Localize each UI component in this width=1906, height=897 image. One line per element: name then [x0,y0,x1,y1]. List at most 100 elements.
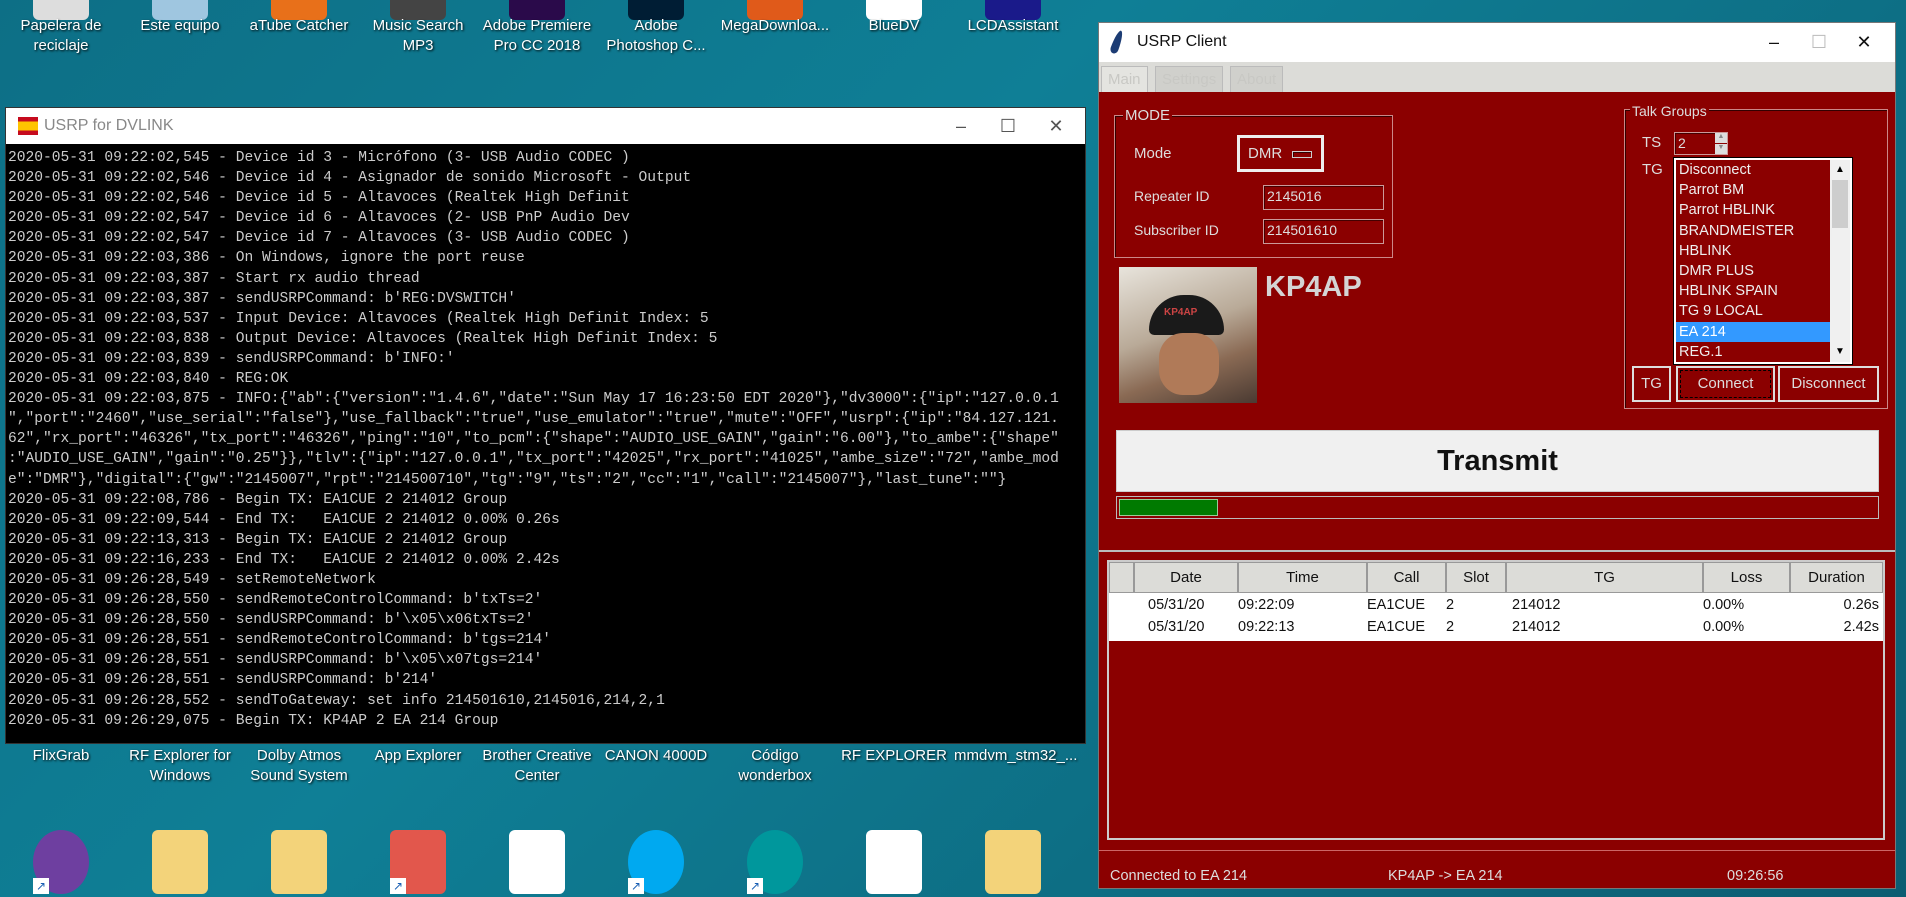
tab-bar: Main Settings About [1099,62,1895,92]
desktop-icon-label[interactable]: App Explorer [359,746,477,766]
desktop-icon-label[interactable]: RF Explorer for Windows [121,746,239,786]
desktop-icon-label[interactable]: aTube Catcher [240,16,358,36]
column-header[interactable]: Duration [1790,562,1883,593]
talk-group-item[interactable]: Parrot BM [1676,180,1830,200]
desktop-icon-label[interactable]: BlueDV [835,16,953,36]
pdf-icon[interactable] [509,830,565,894]
maximize-button[interactable]: ☐ [988,112,1028,140]
tab-main[interactable]: Main [1101,66,1148,92]
spin-down-icon[interactable]: ▼ [1715,144,1727,154]
log-line: e":"DMR"},"digital":{"gw":"2145007","rpt… [8,471,1007,488]
close-button[interactable]: ✕ [1036,112,1076,140]
transmit-button[interactable]: Transmit [1116,430,1879,492]
usrp-client-window: USRP Client – ☐ ✕ Main Settings About MO… [1098,22,1896,889]
column-header[interactable]: Time [1238,562,1367,593]
desktop-icon-label[interactable]: LCDAssistant [954,16,1072,36]
repeater-id-input[interactable]: 2145016 [1263,185,1384,210]
desktop-icon-label[interactable]: CANON 4000D [597,746,715,766]
close-button[interactable]: ✕ [1844,28,1884,56]
spin-up-icon[interactable]: ▲ [1715,133,1727,143]
github-desktop-icon[interactable]: ↗ [33,830,89,894]
app-icon[interactable]: ↗ [390,830,446,894]
mode-select[interactable]: DMR [1237,135,1324,172]
desktop-icon-label[interactable]: Papelera de reciclaje [2,16,120,56]
talk-group-item[interactable]: TG 9 LOCAL [1676,301,1830,321]
scroll-up-icon[interactable]: ▲ [1830,160,1850,180]
desktop-icon-label[interactable]: Este equipo [121,16,239,36]
desktop-icon-label[interactable]: Dolby Atmos Sound System [240,746,358,786]
listbox-scrollbar[interactable]: ▲ ▼ [1830,160,1850,362]
shortcut-arrow-icon: ↗ [628,878,644,894]
talk-group-item[interactable]: Disconnect [1676,160,1830,180]
dstar-icon[interactable] [866,830,922,894]
repeater-id-label: Repeater ID [1134,188,1210,204]
column-header[interactable] [1109,562,1134,593]
mode-value: DMR [1248,145,1283,162]
desktop-icon-label[interactable]: Adobe Premiere Pro CC 2018 [478,16,596,56]
talk-group-item[interactable]: HBLINK [1676,241,1830,261]
desktop-icon-label[interactable]: Código wonderbox [716,746,834,786]
column-header[interactable]: TG [1506,562,1703,593]
minimize-button[interactable]: – [1754,28,1794,56]
desktop-icon-label[interactable]: Adobe Photoshop C... [597,16,715,56]
column-header[interactable]: Call [1367,562,1446,593]
arduino-icon[interactable]: ↗ [747,830,803,894]
status-divider [1099,850,1895,851]
column-header[interactable]: Slot [1446,562,1506,593]
subscriber-id-input[interactable]: 214501610 [1263,219,1384,244]
table-cell: 0.00% [1703,619,1745,635]
column-header[interactable]: Date [1134,562,1238,593]
folder-icon[interactable] [271,830,327,894]
table-cell: 09:22:09 [1238,597,1295,613]
folder-icon[interactable] [152,830,208,894]
callsign-photo: KP4AP [1119,267,1257,403]
talk-group-item[interactable]: EA 214 [1676,321,1830,342]
log-line: 2020-05-31 09:22:02,547 - Device id 6 - … [8,210,630,227]
talk-group-listbox[interactable]: Disconnect Parrot BM Parrot HBLINK BRANDMEI… [1673,157,1853,365]
scroll-thumb[interactable] [1832,180,1848,228]
desktop-icon-label[interactable]: FlixGrab [2,746,120,766]
desktop-icon-label[interactable]: Brother Creative Center [478,746,596,786]
tg-button[interactable]: TG [1632,366,1671,402]
table-row[interactable]: 05/31/20 09:22:09 EA1CUE 2 214012 0.00% 0.26s [1109,597,1883,619]
client-title: USRP Client [1137,33,1227,50]
log-line: 2020-05-31 09:22:08,786 - Begin TX: EA1C… [8,491,508,508]
tab-about[interactable]: About [1230,66,1284,92]
ts-value: 2 [1678,135,1686,151]
talk-group-item[interactable]: DMR PLUS [1676,261,1830,281]
log-line: 2020-05-31 09:22:03,839 - sendUSRPComman… [8,350,455,367]
console-title-bar[interactable]: USRP for DVLINK – ☐ ✕ [6,108,1085,144]
tab-settings[interactable]: Settings [1155,66,1224,92]
folder-icon[interactable] [985,830,1041,894]
status-bar: Connected to EA 214 KP4AP -> EA 214 09:2… [1099,852,1895,890]
connect-button[interactable]: Connect [1676,366,1775,402]
desktop-icon-label[interactable]: RF EXPLORER [835,746,953,766]
ts-spinbox[interactable]: 2 ▲ ▼ [1674,132,1728,155]
panel-divider [1099,550,1895,552]
log-line: 2020-05-31 09:22:03,386 - On Windows, ig… [8,250,525,267]
table-cell: 09:22:13 [1238,619,1295,635]
log-line: :"AUDIO_USE_GAIN","gain":"0.25"}},"tlv":… [8,451,1059,468]
column-header[interactable]: Loss [1703,562,1790,593]
table-cell: 05/31/20 [1148,597,1205,613]
maximize-button[interactable]: ☐ [1799,28,1839,56]
scroll-down-icon[interactable]: ▼ [1830,342,1850,362]
talk-group-item[interactable]: BRANDMEISTER [1676,221,1830,241]
desktop-icon-label[interactable]: mmdvm_stm32_... [954,746,1077,766]
table-cell: EA1CUE [1367,597,1426,613]
talk-group-item[interactable]: REG.1 [1676,342,1830,362]
log-line: 2020-05-31 09:22:02,545 - Device id 3 - … [8,150,630,166]
log-line: 2020-05-31 09:26:28,551 - sendUSRPComman… [8,672,438,689]
client-title-bar[interactable]: USRP Client – ☐ ✕ [1099,23,1895,62]
console-window: USRP for DVLINK – ☐ ✕ 2020-05-31 09:22:0… [5,107,1086,744]
skype-icon[interactable]: ↗ [628,830,684,894]
feather-icon [1109,29,1125,55]
table-cell: 05/31/20 [1148,619,1205,635]
talk-group-item[interactable]: HBLINK SPAIN [1676,281,1830,301]
talk-group-item[interactable]: Parrot HBLINK [1676,200,1830,220]
minimize-button[interactable]: – [941,112,981,140]
desktop-icon-label[interactable]: MegaDownloa... [716,16,834,36]
desktop-icon-label[interactable]: Music Search MP3 [359,16,477,56]
table-row[interactable]: 05/31/20 09:22:13 EA1CUE 2 214012 0.00% 2.42s [1109,619,1883,641]
disconnect-button[interactable]: Disconnect [1778,366,1879,402]
